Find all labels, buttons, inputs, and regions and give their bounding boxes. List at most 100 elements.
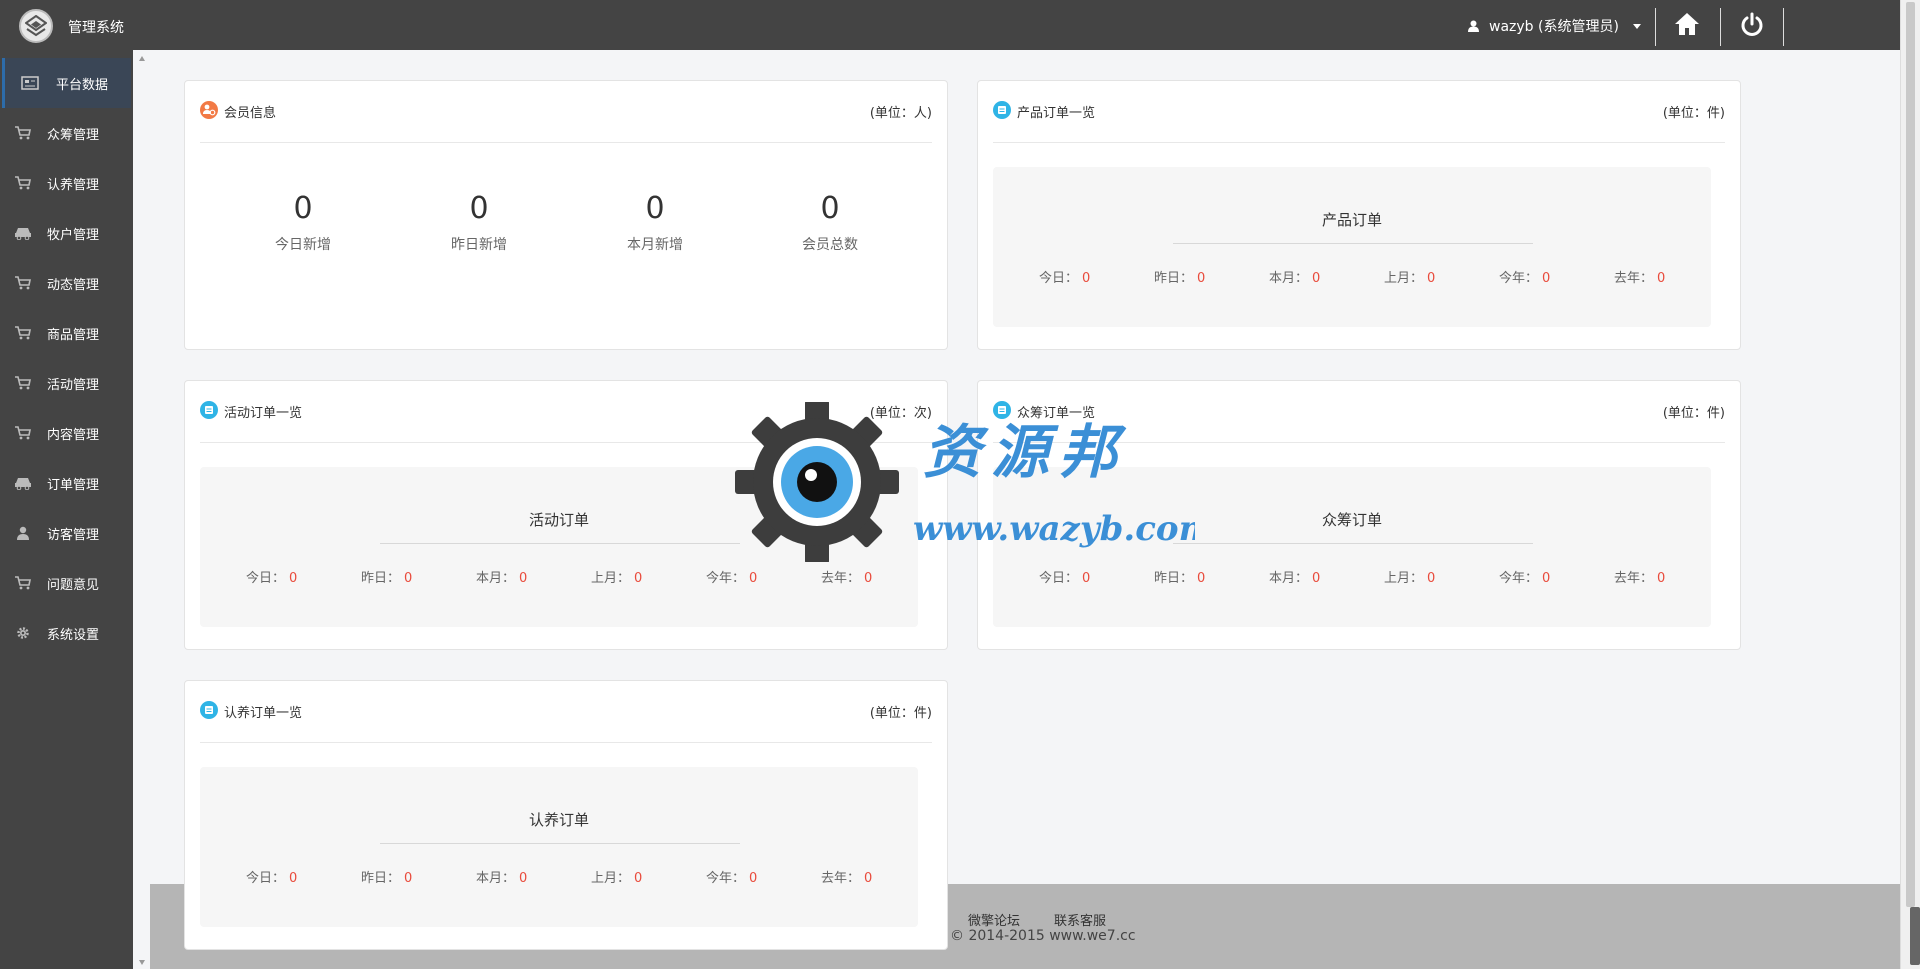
stat-value: 0: [1197, 571, 1206, 586]
sidebar-item-platform-data[interactable]: 平台数据: [2, 58, 131, 108]
stat-label: 上月：: [1384, 271, 1424, 286]
stat-label: 本月：: [1269, 271, 1309, 286]
user-icon: [1468, 20, 1479, 32]
order-icon: [200, 401, 218, 419]
user-name: wazyb (系统管理员): [1489, 19, 1619, 35]
order-summary-box: 产品订单 今日： 0 昨日： 0 本月： 0 上月： 0 今年： 0 去年： 0: [993, 167, 1711, 327]
footer-links: 微擎论坛 联系客服: [968, 910, 1106, 929]
stat-label: 今日：: [246, 571, 286, 586]
stat-label: 今日：: [1039, 571, 1079, 586]
sidebar-item-news[interactable]: 动态管理: [0, 258, 133, 308]
logout-button[interactable]: [1739, 12, 1765, 38]
stat-label: 上月：: [591, 571, 631, 586]
order-stat-month: 本月： 0: [1269, 267, 1320, 286]
stat-value: 0: [1082, 571, 1091, 586]
stat-value: 0: [634, 871, 643, 886]
order-box-title: 认养订单: [528, 811, 589, 829]
stat-label: 本月新增: [627, 237, 683, 253]
sidebar-item-adopt[interactable]: 认养管理: [0, 158, 133, 208]
page-scrollbar[interactable]: [1900, 0, 1920, 969]
logo-icon[interactable]: [19, 9, 53, 43]
scroll-down-arrow-icon[interactable]: [139, 960, 145, 965]
stat-value: 0: [864, 871, 873, 886]
sidebar-item-label: 订单管理: [47, 477, 100, 493]
order-stat-year: 今年： 0: [706, 567, 757, 586]
scroll-up-arrow-icon[interactable]: [139, 56, 145, 61]
panel-title: 会员信息: [224, 106, 277, 121]
order-stat-today: 今日： 0: [1039, 567, 1090, 586]
home-button[interactable]: [1674, 12, 1700, 38]
footer-link-support[interactable]: 联系客服: [1054, 910, 1106, 929]
stat-value: 0: [645, 191, 665, 226]
stat-label: 今年：: [706, 571, 746, 586]
sidebar-item-activity[interactable]: 活动管理: [0, 358, 133, 408]
sidebar-item-content[interactable]: 内容管理: [0, 408, 133, 458]
home-icon: [1675, 13, 1699, 35]
stat-value: 0: [1427, 271, 1436, 286]
divider: [380, 543, 740, 544]
stat-label: 昨日：: [361, 871, 401, 886]
copyright: © 2014-2015 www.we7.cc: [950, 928, 1136, 944]
stat-label: 会员总数: [802, 237, 858, 253]
panel-header: 会员信息 (单位：人): [200, 99, 932, 143]
top-bar: 管理系统 wazyb (系统管理员): [0, 0, 1900, 50]
sidebar-item-orders[interactable]: 订单管理: [0, 458, 133, 508]
scroll-gadget: [1910, 907, 1920, 965]
sidebar-item-goods[interactable]: 商品管理: [0, 308, 133, 358]
sidebar-item-label: 认养管理: [47, 177, 100, 193]
product-orders-panel: 产品订单一览 (单位：件) 产品订单 今日： 0 昨日： 0 本月： 0 上月： 0 今…: [977, 80, 1741, 350]
scrollbar-thumb[interactable]: [1906, 2, 1915, 907]
sidebar-item-feedback[interactable]: 问题意见: [0, 558, 133, 608]
sidebar-item-settings[interactable]: 系统设置: [0, 608, 133, 658]
stat-value: 0: [1542, 571, 1551, 586]
stat-value: 0: [864, 571, 873, 586]
user-menu[interactable]: wazyb (系统管理员): [1468, 16, 1641, 36]
stat-yesterday-new: 0 昨日新增: [419, 191, 539, 254]
stat-label: 今年：: [1499, 271, 1539, 286]
order-stat-yesterday: 昨日： 0: [1154, 567, 1205, 586]
order-stat-year: 今年： 0: [1499, 267, 1550, 286]
stat-value: 0: [404, 871, 413, 886]
cart-icon: [15, 176, 31, 190]
stat-label: 去年：: [1614, 271, 1654, 286]
car-icon: [15, 228, 31, 240]
stat-label: 今年：: [706, 871, 746, 886]
stat-value: 0: [1082, 271, 1091, 286]
watermark-url: www.wazyb.com: [913, 509, 1195, 549]
stat-label: 今日新增: [275, 237, 331, 253]
member-icon: [200, 101, 218, 119]
stat-label: 昨日：: [1154, 571, 1194, 586]
sidebar-item-herdsman[interactable]: 牧户管理: [0, 208, 133, 258]
panel-unit: (单位：人): [869, 106, 932, 121]
stat-value: 0: [1657, 271, 1666, 286]
adopt-orders-panel: 认养订单一览 (单位：件) 认养订单 今日： 0 昨日： 0 本月： 0 上月： 0 今…: [184, 680, 948, 950]
stat-label: 去年：: [1614, 571, 1654, 586]
stat-value: 0: [1427, 571, 1436, 586]
sidebar: 平台数据 众筹管理 认养管理 牧户管理 动态管理 商品管理 活动管理 内容管理 …: [0, 50, 133, 969]
stat-label: 昨日：: [361, 571, 401, 586]
order-stat-today: 今日： 0: [246, 867, 297, 886]
stat-member-total: 0 会员总数: [770, 191, 890, 254]
cart-icon: [15, 426, 31, 440]
divider: [1173, 543, 1533, 544]
order-stat-last-month: 上月： 0: [1384, 267, 1435, 286]
sidebar-item-label: 动态管理: [47, 277, 100, 293]
order-icon: [993, 101, 1011, 119]
order-stat-today: 今日： 0: [246, 567, 297, 586]
order-stat-year: 今年： 0: [706, 867, 757, 886]
stat-value: 0: [519, 871, 528, 886]
stat-value: 0: [519, 571, 528, 586]
panel-title: 活动订单一览: [224, 406, 303, 421]
stat-label: 上月：: [1384, 571, 1424, 586]
stat-value: 0: [749, 571, 758, 586]
footer-link-forum[interactable]: 微擎论坛: [968, 910, 1020, 929]
sidebar-scrollbar[interactable]: [135, 50, 149, 969]
order-stat-yesterday: 昨日： 0: [1154, 267, 1205, 286]
sidebar-item-crowdfund[interactable]: 众筹管理: [0, 108, 133, 158]
sidebar-item-visitors[interactable]: 访客管理: [0, 508, 133, 558]
stat-value: 0: [1312, 571, 1321, 586]
stat-label: 去年：: [821, 871, 861, 886]
stat-label: 本月：: [476, 871, 516, 886]
order-stat-last-month: 上月： 0: [591, 567, 642, 586]
stat-value: 0: [289, 871, 298, 886]
